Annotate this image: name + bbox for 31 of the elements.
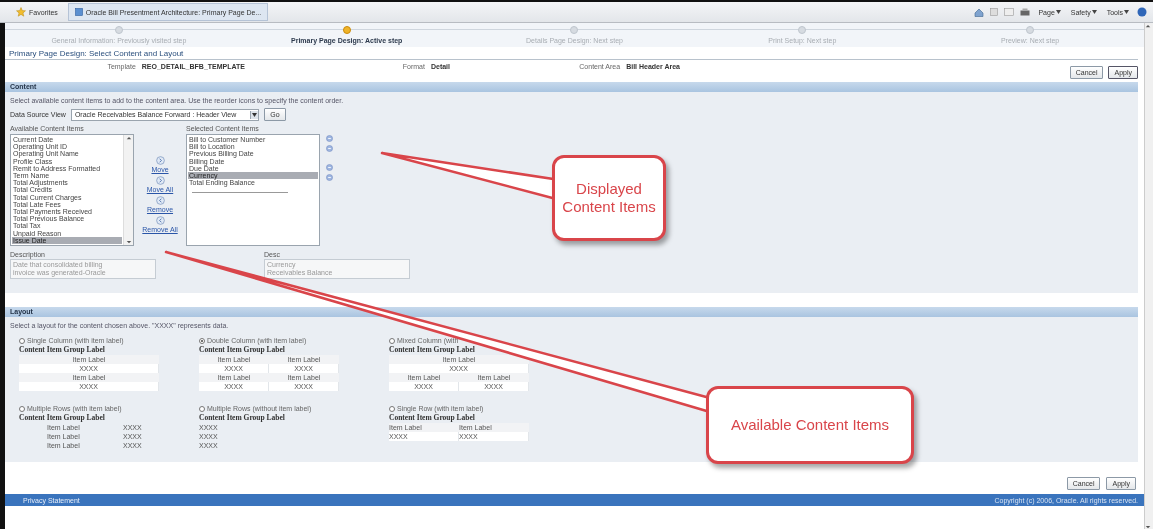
radio-button[interactable]	[199, 405, 205, 412]
radio-button[interactable]	[19, 337, 25, 344]
caret-icon	[252, 112, 258, 117]
chevron-icon[interactable]	[155, 196, 165, 205]
caret-icon	[1124, 10, 1129, 14]
up-arrow-icon[interactable]	[125, 135, 132, 141]
reorder-icon[interactable]	[326, 174, 333, 181]
caret-icon	[1091, 10, 1097, 14]
radio-button[interactable]	[389, 405, 395, 412]
list-box[interactable]	[10, 134, 134, 247]
up-arrow-icon[interactable]	[1145, 23, 1151, 29]
radio-button[interactable]	[389, 337, 395, 344]
down-arrow-icon[interactable]	[125, 239, 132, 246]
radio-button[interactable]	[19, 405, 25, 412]
double-chevron-icon[interactable]	[155, 176, 165, 185]
reorder-icon[interactable]	[326, 164, 333, 171]
reorder-icon[interactable]	[326, 135, 333, 142]
scrollbar[interactable]	[1144, 23, 1153, 529]
chevron-icon[interactable]	[155, 156, 165, 165]
reorder-icon[interactable]	[326, 145, 333, 152]
caret-icon	[1055, 10, 1061, 14]
radio-button[interactable]	[199, 337, 205, 344]
double-chevron-icon[interactable]	[155, 216, 165, 225]
down-arrow-icon[interactable]	[1145, 524, 1151, 529]
home-icon[interactable]	[974, 7, 985, 17]
scrollbar[interactable]	[123, 135, 133, 246]
page-title: Primary Page Design: Select Content and Layout	[5, 47, 1138, 60]
callout-bubble: Available Content Items	[706, 386, 914, 464]
star-icon[interactable]	[16, 7, 26, 17]
printer-icon[interactable]	[1020, 8, 1031, 16]
callout-bubble: Displayed Content Items	[552, 155, 666, 241]
